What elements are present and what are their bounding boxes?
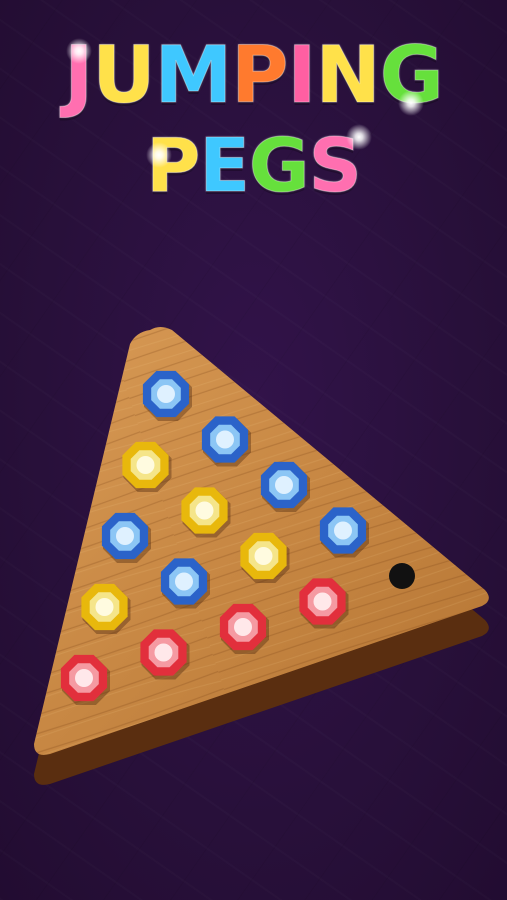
hole-icon <box>389 563 415 589</box>
peg-core <box>195 501 214 520</box>
peg-core <box>157 385 175 403</box>
peg-core <box>175 572 193 591</box>
peg-core <box>275 476 293 494</box>
peg-core <box>154 643 173 662</box>
peg-core <box>254 547 273 565</box>
peg-core <box>116 527 134 545</box>
peg-board <box>34 327 489 785</box>
peg-core <box>234 618 252 636</box>
peg-core <box>216 430 234 449</box>
empty-hole[interactable] <box>389 563 415 589</box>
peg-core <box>75 669 93 687</box>
peg-core <box>334 521 352 540</box>
peg-core <box>95 598 114 616</box>
peg-core <box>313 592 332 611</box>
peg-core <box>136 456 155 474</box>
